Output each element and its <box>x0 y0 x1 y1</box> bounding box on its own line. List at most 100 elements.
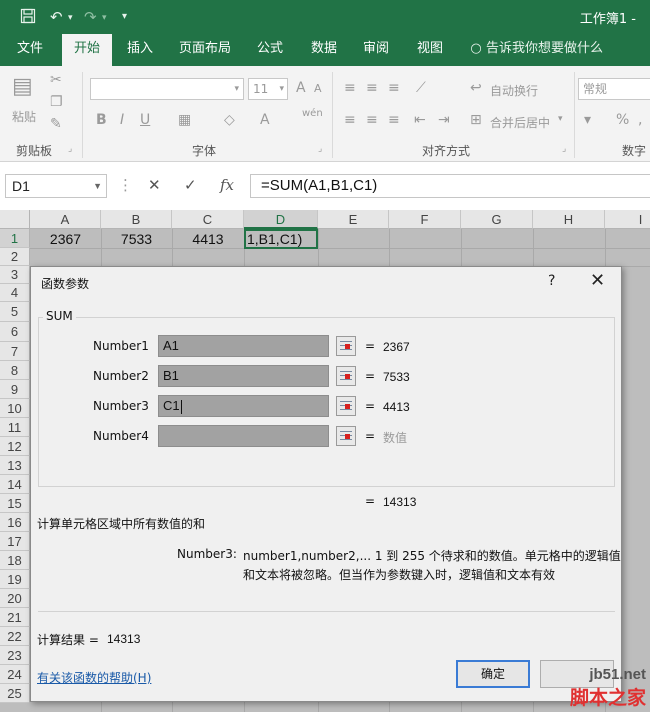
undo-icon[interactable]: ↶ <box>50 8 63 26</box>
collapse-dialog-icon[interactable] <box>336 336 356 356</box>
close-icon[interactable]: ✕ <box>590 270 605 291</box>
tab-data[interactable]: 数据 <box>302 34 346 66</box>
font-size-box[interactable]: 11 ▾ <box>248 78 288 100</box>
align-top-icon[interactable]: ≡ <box>344 80 356 96</box>
merge-center-label[interactable]: 合并后居中 <box>490 114 550 131</box>
tab-formulas[interactable]: 公式 <box>248 34 292 66</box>
decrease-indent-icon[interactable]: ⇤ <box>414 112 426 128</box>
column-header[interactable]: F <box>389 210 461 229</box>
grow-font-icon[interactable]: A <box>296 80 306 96</box>
row-header-selected[interactable]: 1 <box>0 229 30 248</box>
help-icon[interactable]: ? <box>548 273 555 289</box>
row-header[interactable]: 15 <box>0 494 30 513</box>
font-name-box[interactable]: ▾ <box>90 78 244 100</box>
paste-icon[interactable]: ▤ <box>12 74 33 99</box>
row-header[interactable]: 18 <box>0 551 30 570</box>
column-header[interactable]: I <box>605 210 650 229</box>
align-right-icon[interactable]: ≡ <box>388 112 400 128</box>
column-header[interactable]: H <box>533 210 605 229</box>
row-header[interactable]: 24 <box>0 665 30 684</box>
row-header[interactable]: 5 <box>0 302 30 322</box>
fill-color-icon[interactable]: ◇ <box>224 112 235 128</box>
number1-input[interactable]: A1 <box>158 335 329 357</box>
enter-entry-icon[interactable]: ✓ <box>184 176 197 194</box>
name-box-dropdown-icon[interactable]: ▼ <box>93 175 102 197</box>
ok-button[interactable]: 确定 <box>456 660 530 688</box>
row-header[interactable]: 4 <box>0 284 30 302</box>
cancel-entry-icon[interactable]: ✕ <box>148 176 161 194</box>
row-header[interactable]: 3 <box>0 266 30 284</box>
percent-icon[interactable]: % <box>616 112 629 128</box>
copy-icon[interactable]: ❐ <box>50 94 63 110</box>
merge-center-icon[interactable]: ⊞ <box>470 112 482 128</box>
comma-style-icon[interactable]: , <box>638 112 642 128</box>
align-center-icon[interactable]: ≡ <box>366 112 378 128</box>
collapse-dialog-icon[interactable] <box>336 396 356 416</box>
row-header[interactable]: 17 <box>0 532 30 551</box>
collapse-dialog-icon[interactable] <box>336 366 356 386</box>
save-icon[interactable] <box>20 8 36 28</box>
select-all-corner[interactable] <box>0 210 30 229</box>
active-cell-d1[interactable]: 1,B1,C1) <box>244 229 318 249</box>
font-color-icon[interactable]: A <box>260 112 270 128</box>
row-header[interactable]: 10 <box>0 399 30 418</box>
column-header[interactable]: A <box>30 210 101 229</box>
row-header[interactable]: 19 <box>0 570 30 589</box>
cell-c1[interactable]: 4413 <box>172 230 244 248</box>
bold-icon[interactable]: B <box>96 112 107 128</box>
cell-b1[interactable]: 7533 <box>101 230 172 248</box>
merge-dropdown-icon[interactable]: ▾ <box>558 114 563 124</box>
column-header-selected[interactable]: D <box>244 210 318 229</box>
row-header[interactable]: 16 <box>0 513 30 532</box>
align-bottom-icon[interactable]: ≡ <box>388 80 400 96</box>
row-header[interactable]: 20 <box>0 589 30 608</box>
phonetic-icon[interactable]: wén <box>302 108 323 119</box>
row-header[interactable]: 9 <box>0 380 30 399</box>
name-box[interactable]: D1 ▼ <box>5 174 107 198</box>
row-header[interactable]: 11 <box>0 418 30 437</box>
wrap-text-label[interactable]: 自动换行 <box>490 82 538 99</box>
column-header[interactable]: E <box>318 210 389 229</box>
number4-input[interactable] <box>158 425 329 447</box>
function-help-link[interactable]: 有关该函数的帮助(H) <box>37 669 151 686</box>
undo-dropdown-icon[interactable]: ▾ <box>68 13 73 23</box>
paste-label[interactable]: 粘贴 <box>12 108 36 125</box>
number2-input[interactable]: B1 <box>158 365 329 387</box>
row-header[interactable]: 7 <box>0 342 30 361</box>
underline-icon[interactable]: U <box>140 112 150 128</box>
row-header[interactable]: 21 <box>0 608 30 627</box>
alignment-launcher-icon[interactable]: ⌟ <box>562 144 566 154</box>
insert-function-icon[interactable]: fx <box>220 176 234 194</box>
row-header[interactable]: 12 <box>0 437 30 456</box>
column-header[interactable]: B <box>101 210 172 229</box>
number-format-box[interactable]: 常规 <box>578 78 650 100</box>
cell-a1[interactable]: 2367 <box>30 230 101 248</box>
row-header[interactable]: 2 <box>0 248 30 266</box>
row-header[interactable]: 23 <box>0 646 30 665</box>
row-header[interactable]: 13 <box>0 456 30 475</box>
tab-view[interactable]: 视图 <box>408 34 452 66</box>
row-header[interactable]: 14 <box>0 475 30 494</box>
font-launcher-icon[interactable]: ⌟ <box>318 144 322 154</box>
row-header[interactable]: 22 <box>0 627 30 646</box>
tab-home[interactable]: 开始 <box>62 34 112 66</box>
cut-icon[interactable]: ✂ <box>50 72 62 88</box>
tab-review[interactable]: 审阅 <box>354 34 398 66</box>
column-header[interactable]: G <box>461 210 533 229</box>
orientation-icon[interactable]: ⟋ <box>416 80 426 96</box>
tab-page-layout[interactable]: 页面布局 <box>172 34 238 66</box>
wrap-text-icon[interactable]: ↩ <box>470 80 482 96</box>
tab-insert[interactable]: 插入 <box>118 34 162 66</box>
increase-indent-icon[interactable]: ⇥ <box>438 112 450 128</box>
tab-file[interactable]: 文件 <box>8 34 52 66</box>
format-painter-icon[interactable]: ✎ <box>50 116 62 132</box>
accounting-format-icon[interactable]: ▾ <box>584 112 591 128</box>
formula-input[interactable]: =SUM(A1,B1,C1) <box>250 174 650 198</box>
align-middle-icon[interactable]: ≡ <box>366 80 378 96</box>
tell-me-box[interactable]: 告诉我你想要做什么 <box>486 34 616 66</box>
align-left-icon[interactable]: ≡ <box>344 112 356 128</box>
collapse-dialog-icon[interactable] <box>336 426 356 446</box>
clipboard-launcher-icon[interactable]: ⌟ <box>68 144 72 154</box>
number3-input[interactable]: C1 <box>158 395 329 417</box>
row-header[interactable]: 8 <box>0 361 30 380</box>
